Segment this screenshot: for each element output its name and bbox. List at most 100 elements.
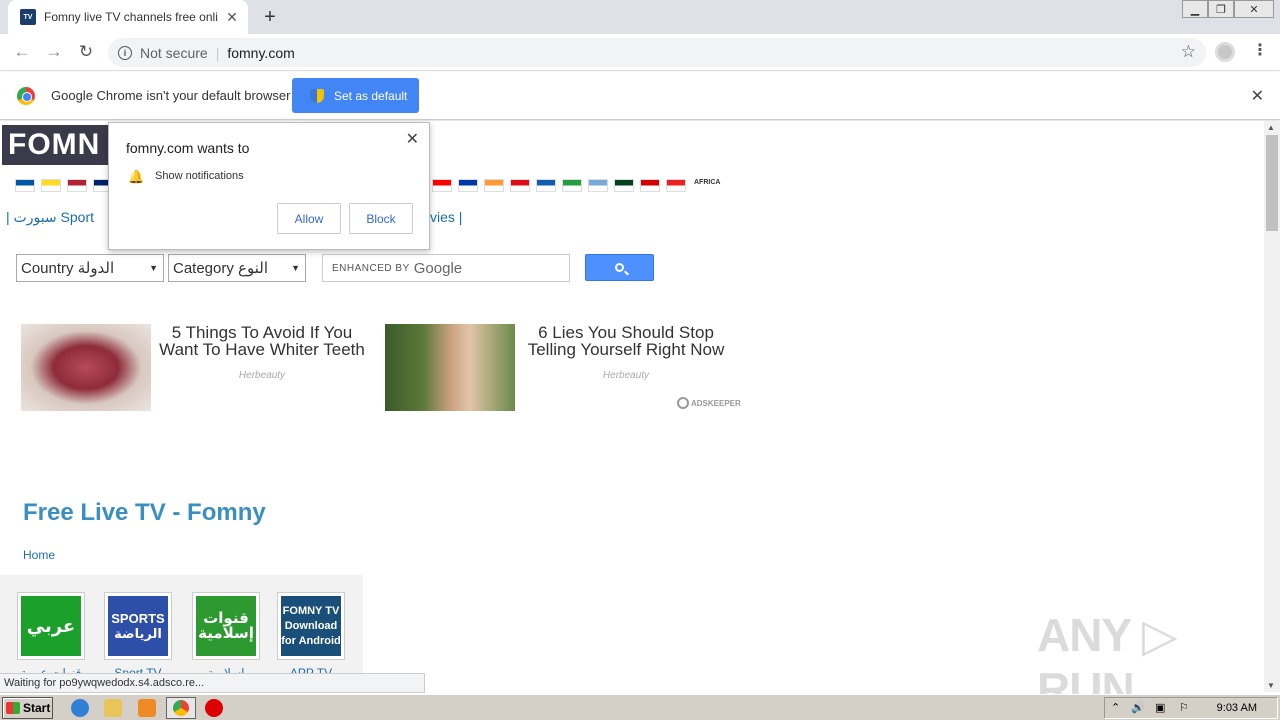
infobar-close-icon[interactable]: ✕: [1251, 86, 1264, 106]
dropdown-arrow-icon: ▼: [149, 263, 158, 273]
bell-icon: 🔔: [128, 169, 145, 184]
country-flag-icon[interactable]: [484, 179, 504, 192]
tray-expand-icon[interactable]: ⌃: [1111, 701, 1120, 714]
country-select-value: Country الدولة: [21, 260, 115, 277]
reload-icon[interactable]: ↻: [74, 41, 98, 63]
ad-teeth[interactable]: 5 Things To Avoid If You Want To Have Wh…: [21, 324, 371, 412]
category-link-movies[interactable]: vies |: [430, 209, 462, 225]
uac-shield-icon: [310, 88, 324, 103]
allow-button[interactable]: Allow: [277, 203, 341, 234]
set-as-default-button[interactable]: Set as default: [292, 78, 419, 113]
ad-image-face[interactable]: [385, 324, 515, 411]
scrollbar-thumb[interactable]: [1266, 135, 1278, 231]
ad-image-lips[interactable]: [21, 324, 151, 411]
tile-sports[interactable]: SPORTS الرياضة: [104, 592, 172, 660]
adskeeper-logo[interactable]: ADSKEEPER: [677, 397, 741, 409]
chrome-logo-icon: [17, 87, 35, 105]
search-button[interactable]: [585, 254, 654, 281]
ad-headline[interactable]: 5 Things To Avoid If You Want To Have Wh…: [157, 324, 367, 358]
block-button[interactable]: Block: [349, 203, 413, 234]
search-icon: [615, 263, 624, 272]
set-as-default-label: Set as default: [334, 88, 408, 103]
country-flag-icon[interactable]: [588, 179, 608, 192]
ad-source: Herbeauty: [602, 370, 650, 381]
breadcrumb-home[interactable]: Home: [23, 548, 55, 562]
google-search-input[interactable]: ENHANCED BY Google: [322, 254, 570, 282]
profile-avatar-icon[interactable]: [1215, 42, 1235, 62]
start-label: Start: [23, 701, 51, 715]
forward-arrow-icon[interactable]: →: [42, 41, 66, 63]
divider: |: [215, 44, 220, 61]
menu-kebab-icon[interactable]: ⋮: [1252, 40, 1268, 60]
browser-tab[interactable]: TV Fomny live TV channels free online st…: [8, 0, 248, 34]
country-flags-right: AFRICA: [432, 179, 720, 192]
new-tab-button[interactable]: +: [258, 6, 282, 28]
folder-icon[interactable]: [104, 699, 122, 717]
permission-text: Show notifications: [155, 170, 244, 182]
bookmark-star-icon[interactable]: ☆: [1181, 42, 1196, 62]
chrome-icon: [173, 700, 189, 716]
restore-button[interactable]: ❐: [1208, 0, 1234, 18]
country-flag-icon[interactable]: [41, 179, 61, 192]
tile-islamic[interactable]: قنوات إسلامية: [192, 592, 260, 660]
page-title: Free Live TV - Fomny: [23, 499, 266, 526]
country-flag-icon[interactable]: [432, 179, 452, 192]
tile-arabic[interactable]: عربي: [17, 592, 85, 660]
window-close-button[interactable]: ✕: [1234, 0, 1274, 18]
dialog-close-icon[interactable]: ✕: [406, 129, 419, 149]
chrome-taskbar-button[interactable]: [166, 697, 196, 719]
country-flag-icon[interactable]: [562, 179, 582, 192]
url-text: fomny.com: [227, 44, 295, 61]
windows-logo-icon: [6, 702, 20, 714]
media-player-icon[interactable]: [138, 699, 156, 717]
volume-icon[interactable]: 🔊: [1131, 701, 1145, 714]
africa-link[interactable]: AFRICA: [694, 179, 720, 192]
category-select[interactable]: Category النوع ▼: [168, 254, 306, 282]
country-flag-icon[interactable]: [666, 179, 686, 192]
permission-title: fomny.com wants to: [126, 140, 250, 156]
tile-sports-label: SPORTS الرياضة: [108, 596, 168, 656]
clock: 9:03 AM: [1216, 702, 1257, 714]
country-select[interactable]: Country الدولة ▼: [16, 254, 164, 282]
system-tray: ⌃ 🔊 ▣ ⚐ 9:03 AM: [1104, 697, 1278, 719]
flag-icon[interactable]: ⚐: [1179, 701, 1189, 714]
ad-source: Herbeauty: [238, 370, 286, 381]
dropdown-arrow-icon: ▼: [291, 263, 300, 273]
opera-icon[interactable]: [205, 699, 223, 717]
network-icon[interactable]: ▣: [1155, 701, 1165, 714]
country-flag-icon[interactable]: [640, 179, 660, 192]
taskbar: Start ⌃ 🔊 ▣ ⚐ 9:03 AM: [0, 694, 1280, 720]
tab-title: Fomny live TV channels free online st: [44, 10, 218, 24]
tab-strip: TV Fomny live TV channels free online st…: [0, 0, 1280, 34]
info-icon[interactable]: i: [118, 45, 132, 60]
ie-icon[interactable]: [71, 699, 89, 717]
tile-islamic-label: قنوات إسلامية: [196, 596, 256, 656]
tile-android-app[interactable]: FOMNY TV Download for Android: [277, 592, 345, 660]
tile-arabic-label: عربي: [21, 596, 81, 656]
site-logo[interactable]: FOMN: [2, 125, 112, 165]
start-button[interactable]: Start: [2, 697, 53, 719]
scroll-up-arrow-icon[interactable]: ▲: [1267, 123, 1275, 132]
notification-permission-dialog: fomny.com wants to ✕ 🔔 Show notification…: [108, 122, 430, 250]
tile-android-label: FOMNY TV Download for Android: [281, 596, 341, 656]
vertical-scrollbar[interactable]: ▲ ▼: [1264, 121, 1280, 692]
status-bubble: Waiting for po9ywqwedodx.s4.adsco.re...: [0, 673, 425, 693]
back-arrow-icon[interactable]: ←: [10, 41, 34, 63]
enhanced-by-label: ENHANCED BY: [332, 262, 410, 274]
country-flag-icon[interactable]: [15, 179, 35, 192]
infobar-message: Google Chrome isn't your default browser: [51, 88, 291, 103]
country-flag-icon[interactable]: [67, 179, 87, 192]
default-browser-infobar: Google Chrome isn't your default browser…: [0, 72, 1280, 120]
country-flag-icon[interactable]: [614, 179, 634, 192]
tab-close-icon[interactable]: ✕: [224, 9, 240, 25]
not-secure-label: Not secure: [140, 44, 208, 61]
minimize-button[interactable]: ▁: [1182, 0, 1208, 18]
address-bar[interactable]: i Not secure | fomny.com ☆: [108, 38, 1206, 67]
country-flag-icon[interactable]: [510, 179, 530, 192]
category-link-sport[interactable]: | سبورت Sport: [6, 209, 94, 226]
country-flag-icon[interactable]: [458, 179, 478, 192]
country-flag-icon[interactable]: [536, 179, 556, 192]
tv-favicon-icon: TV: [20, 9, 36, 25]
key-icon: [677, 397, 689, 409]
ad-headline[interactable]: 6 Lies You Should Stop Telling Yourself …: [521, 324, 731, 358]
